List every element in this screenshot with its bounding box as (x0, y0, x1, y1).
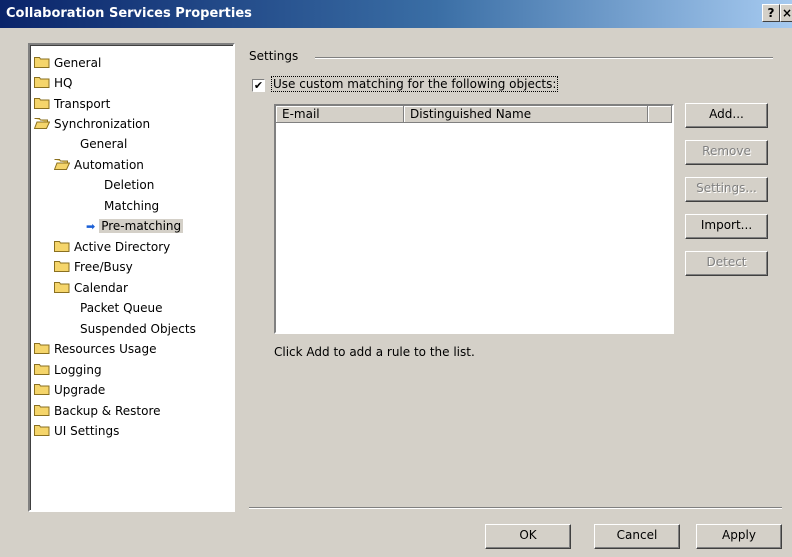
tree-item-suspended-objects[interactable]: Suspended Objects (80, 320, 196, 338)
add-button[interactable]: Add... (685, 103, 768, 128)
tree-item-deletion[interactable]: Deletion (104, 176, 154, 194)
navigation-tree[interactable]: General HQ Transport Synchronization Gen… (28, 43, 235, 512)
tree-item-resources-usage[interactable]: Resources Usage (34, 340, 157, 358)
folder-icon (34, 97, 50, 109)
tree-item-label: Logging (54, 363, 102, 377)
tree-item-label: Pre-matching (99, 219, 184, 233)
title-bar: Collaboration Services Properties ? × (0, 0, 792, 28)
tree-item-free-busy[interactable]: Free/Busy (54, 258, 133, 276)
tree-item-general[interactable]: General (34, 54, 101, 72)
tree-item-calendar[interactable]: Calendar (54, 279, 128, 297)
tree-item-hq[interactable]: HQ (34, 74, 72, 92)
import-button[interactable]: Import... (685, 214, 768, 239)
tree-item-label: Free/Busy (74, 260, 133, 274)
matching-rules-list[interactable]: E-mail Distinguished Name (274, 104, 674, 334)
ok-button[interactable]: OK (485, 524, 571, 549)
settings-group-line (315, 57, 773, 59)
tree-item-automation[interactable]: Automation (54, 156, 144, 174)
close-button[interactable]: × (780, 4, 792, 22)
tree-item-label: General (80, 137, 128, 151)
folder-icon (54, 281, 70, 293)
folder-icon (34, 383, 50, 395)
tree-item-label: Upgrade (54, 383, 106, 397)
tree-item-active-directory[interactable]: Active Directory (54, 238, 170, 256)
folder-icon (54, 240, 70, 252)
column-header-email[interactable]: E-mail (276, 106, 404, 123)
folder-icon (34, 76, 50, 88)
tree-item-label: Active Directory (74, 240, 171, 254)
tree-item-label: Synchronization (54, 117, 151, 131)
cancel-button[interactable]: Cancel (594, 524, 680, 549)
window-title: Collaboration Services Properties (6, 6, 252, 21)
folder-icon (34, 342, 50, 354)
open-folder-icon (34, 117, 50, 129)
tree-item-label: Suspended Objects (80, 322, 196, 336)
tree-item-backup-restore[interactable]: Backup & Restore (34, 402, 161, 420)
folder-icon (34, 56, 50, 68)
apply-button[interactable]: Apply (696, 524, 782, 549)
folder-icon (54, 260, 70, 272)
custom-matching-checkbox[interactable]: ✔ (252, 79, 265, 92)
remove-button[interactable]: Remove (685, 140, 768, 165)
selected-arrow-icon: ➡ (86, 220, 96, 233)
tree-item-upgrade[interactable]: Upgrade (34, 381, 105, 399)
tree-item-packet-queue[interactable]: Packet Queue (80, 299, 163, 317)
tree-item-label: HQ (54, 76, 73, 90)
tree-item-label: Matching (104, 199, 160, 213)
detect-button[interactable]: Detect (685, 251, 768, 276)
tree-item-label: Calendar (74, 281, 128, 295)
tree-item-synchronization[interactable]: Synchronization (34, 115, 150, 133)
column-header-distinguished-name[interactable]: Distinguished Name (404, 106, 648, 123)
folder-icon (34, 424, 50, 436)
column-header-filler (648, 106, 672, 123)
tree-item-label: Resources Usage (54, 342, 157, 356)
tree-item-label: UI Settings (54, 424, 120, 438)
tree-item-sync-general[interactable]: General (80, 135, 127, 153)
tree-item-pre-matching[interactable]: ➡ Pre-matching (86, 217, 184, 235)
folder-icon (34, 404, 50, 416)
tree-item-logging[interactable]: Logging (34, 361, 102, 379)
tree-item-label: Packet Queue (80, 301, 163, 315)
open-folder-icon (54, 158, 70, 170)
settings-button[interactable]: Settings... (685, 177, 768, 202)
custom-matching-checkbox-label[interactable]: Use custom matching for the following ob… (270, 76, 559, 92)
tree-item-matching[interactable]: Matching (104, 197, 159, 215)
settings-group-label: Settings (249, 49, 299, 63)
tree-item-label: General (54, 56, 102, 70)
folder-icon (34, 363, 50, 375)
hint-text: Click Add to add a rule to the list. (274, 345, 475, 359)
tree-item-label: Transport (54, 97, 111, 111)
tree-item-label: Backup & Restore (54, 404, 161, 418)
tree-item-label: Automation (74, 158, 144, 172)
tree-item-ui-settings[interactable]: UI Settings (34, 422, 119, 440)
tree-item-transport[interactable]: Transport (34, 95, 110, 113)
tree-item-label: Deletion (104, 178, 155, 192)
help-button[interactable]: ? (762, 4, 780, 22)
footer-separator (249, 507, 782, 509)
